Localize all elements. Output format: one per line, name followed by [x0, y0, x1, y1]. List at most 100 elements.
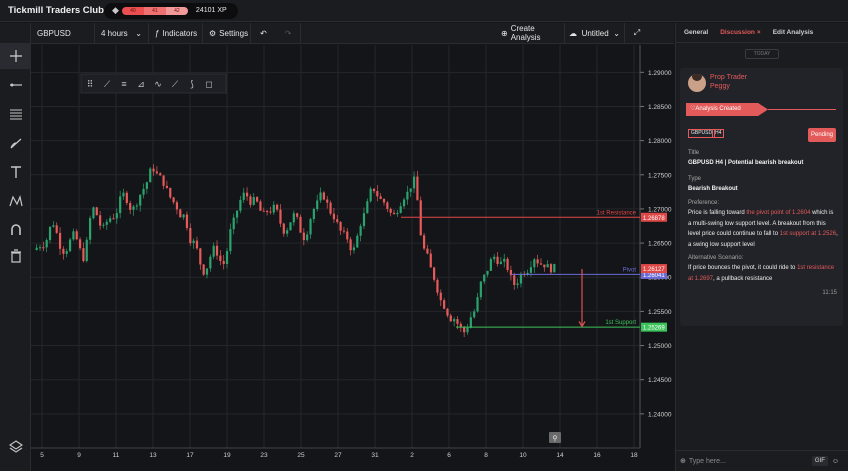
chart-canvas[interactable]: 1.29000 1.28500 1.28000 1.27500 1.27000 1.265… [31, 45, 674, 471]
tab-close-icon[interactable]: × [757, 29, 761, 36]
lines-icon[interactable]: ≡ [121, 79, 126, 89]
candle-body [386, 202, 389, 209]
candle-body [469, 317, 472, 328]
ray-icon[interactable]: ⟋ [172, 79, 179, 89]
symbol-selector[interactable]: GBPUSD [31, 22, 95, 44]
candle-body [476, 297, 479, 312]
candle-body [389, 208, 392, 213]
candle-body [429, 253, 432, 268]
candle-body [262, 210, 265, 212]
candle-body [382, 199, 386, 203]
app-window: Tickmill Traders Club ◆ 40 41 42 24101 X… [0, 0, 848, 471]
price-label: 1.26041 [643, 273, 665, 279]
candle-body [439, 292, 442, 301]
pattern-tool-icon[interactable] [0, 188, 31, 214]
candle-body [549, 264, 553, 273]
trash-icon[interactable] [0, 243, 31, 269]
layout-dropdown[interactable]: ☁ Untitled ⌄ [565, 22, 625, 44]
message-input[interactable]: Type here... [689, 458, 812, 465]
candle-body [199, 248, 202, 265]
discussion-message: Prop Trader Peggy ♡Analysis Created GBPU… [680, 68, 843, 326]
timeframe-tag: H4 [712, 129, 725, 138]
triangle-icon[interactable]: ⊿ [137, 79, 145, 89]
message-time: 11:15 [822, 290, 837, 296]
candle-body [536, 259, 539, 264]
level-name: 1st Support [605, 320, 636, 326]
price-chart[interactable]: 1.29000 1.28500 1.28000 1.27500 1.27000 1.265… [31, 45, 674, 471]
tab-discussion[interactable]: Discussion [720, 29, 755, 36]
xp-level-segment: 42 [165, 6, 188, 15]
undo-icon: ↶ [260, 28, 267, 38]
candle-body [419, 200, 422, 236]
candle-body [479, 281, 482, 298]
undo-button[interactable]: ↶ [251, 23, 276, 44]
candle-body [242, 192, 245, 200]
candle-body [72, 231, 75, 240]
diamond-icon: ◆ [112, 5, 119, 15]
plus-circle-icon[interactable]: ⊕ [680, 457, 686, 465]
last-price-label: 1.26127 [643, 267, 665, 273]
brush-icon[interactable]: ⟆ [190, 79, 194, 89]
candle-body [112, 218, 115, 220]
candle-body [396, 212, 399, 215]
x-tick-label: 5 [40, 452, 44, 459]
brush-tool-icon[interactable] [0, 130, 31, 156]
analysis-type: Bearish Breakout [688, 186, 738, 192]
candle-body [316, 200, 319, 210]
rectangle-icon[interactable]: ◻ [205, 79, 212, 89]
settings-button[interactable]: ⚙ Settings [203, 22, 251, 44]
layers-icon[interactable] [0, 433, 31, 459]
candle-body [65, 251, 68, 254]
candle-body [152, 168, 155, 172]
horizontal-line-tool-icon[interactable] [0, 72, 31, 98]
price-label: 1.26878 [643, 216, 665, 222]
trend-line-icon[interactable]: ⟋ [104, 79, 111, 89]
author: Prop Trader Peggy [710, 73, 747, 91]
candle-body [109, 218, 112, 222]
emoji-icon[interactable]: ☺ [832, 458, 839, 465]
candle-body [159, 173, 162, 176]
x-tick-label: 27 [334, 452, 342, 459]
redo-button[interactable]: ↷ [276, 22, 301, 44]
candle-body [95, 207, 98, 216]
candle-body [503, 258, 506, 262]
candle-body [529, 267, 533, 273]
candle-body [266, 211, 269, 213]
curve-icon[interactable]: ∿ [154, 79, 162, 89]
drag-handle-icon[interactable]: ⠿ [87, 79, 94, 89]
candle-body [232, 217, 235, 230]
level-name: 1st Resistance [597, 210, 637, 216]
create-analysis-button[interactable]: ⊕ Create Analysis [497, 22, 565, 44]
candle-body [48, 226, 52, 241]
candle-body [272, 204, 275, 213]
gif-button[interactable]: GIF [811, 456, 828, 466]
crosshair-tool-icon[interactable] [0, 43, 31, 69]
text-tool-icon[interactable] [0, 159, 31, 185]
candle-body [105, 221, 108, 225]
fullscreen-button[interactable]: ⤢ [625, 23, 649, 44]
candle-body [376, 191, 379, 197]
plus-circle-icon: ⊕ [501, 28, 508, 38]
fib-lines-tool-icon[interactable] [0, 101, 31, 127]
indicators-button[interactable]: ƒ Indicators [149, 22, 203, 44]
y-tick-label: 1.27000 [648, 206, 672, 213]
candle-body [225, 251, 229, 265]
status-badge[interactable]: Pending [808, 128, 836, 142]
candle-body [372, 188, 376, 192]
tab-edit-analysis[interactable]: Edit Analysis [773, 29, 814, 36]
interval-dropdown[interactable]: 4 hours ⌄ [95, 22, 149, 44]
alternative-text: If price bounces the pivot, it could rid… [688, 265, 835, 282]
candle-body [249, 196, 252, 205]
tab-general[interactable]: General [684, 29, 708, 36]
cloud-icon: ☁ [569, 28, 577, 38]
candle-body [35, 247, 38, 250]
chart-toolbar: GBPUSD 4 hours ⌄ ƒ Indicators ⚙ Settings ↶ … [31, 22, 674, 44]
magnet-tool-icon[interactable] [0, 217, 31, 243]
x-tick-label: 8 [484, 452, 488, 459]
candle-body [449, 315, 452, 322]
candle-body [78, 239, 82, 249]
y-tick-label: 1.26500 [648, 241, 672, 248]
lightbulb-icon: ⚲ [552, 435, 557, 443]
candle-body [412, 176, 416, 189]
